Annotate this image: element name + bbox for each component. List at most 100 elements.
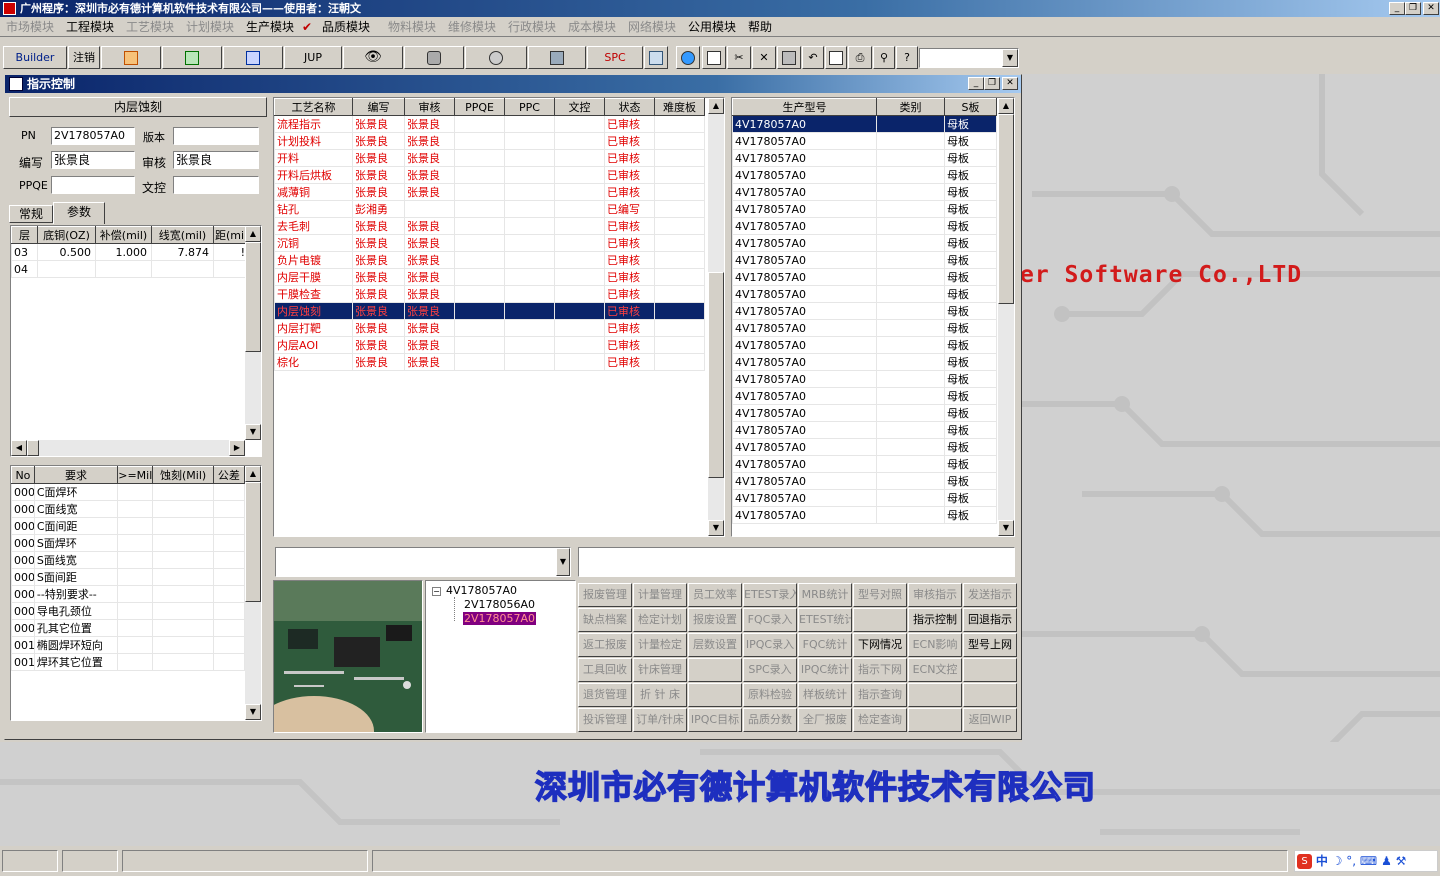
delete-button[interactable]: ✕ [752,46,776,69]
function-button[interactable]: 指示下网 [853,658,907,682]
function-button[interactable]: 返工报废 [578,633,632,657]
process-col-header[interactable]: 文控 [554,98,605,116]
builder-button[interactable]: Builder [3,46,67,69]
process-col-header[interactable]: PPQE [454,98,505,116]
function-button[interactable]: 原料检验 [743,683,797,707]
menu-quality[interactable]: 品质模块 [322,19,370,35]
word-button[interactable] [223,46,283,69]
layer-col-base-copper[interactable]: 底铜(OZ) [37,226,96,244]
table-row[interactable]: 000 S面焊环 [11,534,246,552]
table-row[interactable]: 4V178057A0 母板 [732,183,997,201]
table-row[interactable]: 4V178057A0 母板 [732,234,997,252]
menu-material[interactable]: 物料模块 [388,19,436,35]
table-row[interactable]: 4V178057A0 母板 [732,319,997,337]
save-button[interactable] [777,46,801,69]
function-button[interactable]: ETEST统计 [798,608,852,632]
find-button[interactable]: ⚲ [873,46,895,69]
toolbar-combo[interactable]: ▼ [919,48,1019,68]
function-button[interactable]: ECN文控 [908,658,962,682]
writer-field[interactable]: 张景良 [51,151,135,169]
function-button[interactable]: ETEST录入 [743,583,797,607]
function-button[interactable]: 指示控制 [908,608,962,632]
scroll-thumb[interactable] [998,114,1014,304]
tree-node-2v178056a0[interactable]: 2V178056A0 [464,598,535,611]
ppqe-field[interactable] [51,176,135,194]
function-button[interactable]: 检定查询 [853,708,907,732]
function-button[interactable]: 返回WIP [963,708,1017,732]
table-row[interactable]: 流程指示 张景良 张景良 已审核 [274,115,705,133]
function-button[interactable]: 指示查询 [853,683,907,707]
table-row[interactable]: 000 孔其它位置 [11,619,246,637]
table-row[interactable]: 开料 张景良 张景良 已审核 [274,149,705,167]
scroll-left-icon[interactable]: ◀ [11,440,27,456]
table-row[interactable]: 4V178057A0 母板 [732,455,997,473]
logout-button[interactable]: 注销 [68,46,100,69]
ime-toolbar[interactable]: S 中 ☽ °, ⌨ ♟ ⚒ [1294,850,1438,872]
scroll-thumb[interactable] [245,242,261,352]
function-button[interactable]: SPC录入 [743,658,797,682]
function-button[interactable]: 样板统计 [798,683,852,707]
version-field[interactable] [173,127,259,145]
table-row[interactable]: 000 导电孔颈位 [11,602,246,620]
layer-col-compensation[interactable]: 补偿(mil) [95,226,152,244]
function-button[interactable]: 检定计划 [633,608,687,632]
layer-col-layer[interactable]: 层 [11,226,38,244]
chevron-down-icon[interactable]: ▼ [556,548,570,576]
table-row[interactable]: 沉铜 张景良 张景良 已审核 [274,234,705,252]
table-row[interactable]: 内层打靶 张景良 张景良 已审核 [274,319,705,337]
table-row[interactable]: 4V178057A0 母板 [732,421,997,439]
layer-col-spacing[interactable]: 距(mi [213,226,246,244]
table-row[interactable]: 000 C面焊环 [11,483,246,501]
scroll-down-icon[interactable]: ▼ [245,424,261,440]
scroll-right-icon[interactable]: ▶ [229,440,245,456]
internet-button[interactable] [676,46,700,69]
process-combo[interactable]: ▼ [275,547,571,577]
table-row[interactable]: 4V178057A0 母板 [732,115,997,133]
table-row[interactable]: 减薄铜 张景良 张景良 已审核 [274,183,705,201]
process-col-header[interactable]: 审核 [404,98,455,116]
table-row[interactable]: 000 C面线宽 [11,500,246,518]
process-col-header[interactable]: 难度板 [654,98,705,116]
table-row[interactable]: 001 椭圆焊环短向 [11,636,246,654]
function-button[interactable]: IPQC目标 [688,708,742,732]
table-row[interactable]: 计划投料 张景良 张景良 已审核 [274,132,705,150]
function-button[interactable]: MRB统计 [798,583,852,607]
table-row[interactable]: 000 S面间距 [11,568,246,586]
tab-parameters[interactable]: 参数 [53,202,105,224]
table-row[interactable]: 负片电镀 张景良 张景良 已审核 [274,251,705,269]
function-button[interactable]: 员工效率 [688,583,742,607]
layer-grid-vscroll[interactable]: ▲ ▼ [245,226,261,440]
restore-button[interactable]: ❐ [1405,2,1421,15]
table-row[interactable]: 04 [11,260,246,278]
function-button[interactable]: 折 针 床 [633,683,687,707]
tree-collapse-icon[interactable]: − [432,587,441,596]
database-button[interactable] [404,46,464,69]
menu-market[interactable]: 市场模块 [6,19,54,35]
scroll-down-icon[interactable]: ▼ [708,520,724,536]
document-control-field[interactable] [173,176,259,194]
scroll-up-icon[interactable]: ▲ [998,98,1014,114]
table-row[interactable]: 000 C面间距 [11,517,246,535]
function-button[interactable]: 型号对照 [853,583,907,607]
table-row[interactable]: 4V178057A0 母板 [732,251,997,269]
table-row[interactable]: 001 焊环其它位置 [11,653,246,671]
menu-production[interactable]: 生产模块 [246,19,294,35]
table-row[interactable]: 4V178057A0 母板 [732,200,997,218]
computer-button[interactable] [528,46,586,69]
table-row[interactable]: 4V178057A0 母板 [732,506,997,524]
table-row[interactable]: 去毛刺 张景良 张景良 已审核 [274,217,705,235]
scroll-thumb[interactable] [708,272,724,478]
table-row[interactable]: 4V178057A0 母板 [732,387,997,405]
table-row[interactable]: 内层干膜 张景良 张景良 已审核 [274,268,705,286]
minimize-button[interactable]: _ [1389,2,1405,15]
function-button[interactable]: 报废管理 [578,583,632,607]
table-row[interactable]: 4V178057A0 母板 [732,132,997,150]
table-row[interactable]: 4V178057A0 母板 [732,217,997,235]
undo-button[interactable]: ↶ [802,46,824,69]
powerpoint-button[interactable] [101,46,161,69]
table-row[interactable]: 干膜检查 张景良 张景良 已审核 [274,285,705,303]
table-row[interactable]: 000 --特别要求-- [11,585,246,603]
process-col-header[interactable]: 状态 [604,98,655,116]
note-input[interactable] [578,547,1015,577]
table-row[interactable]: 钻孔 彭湘勇 已编写 [274,200,705,218]
